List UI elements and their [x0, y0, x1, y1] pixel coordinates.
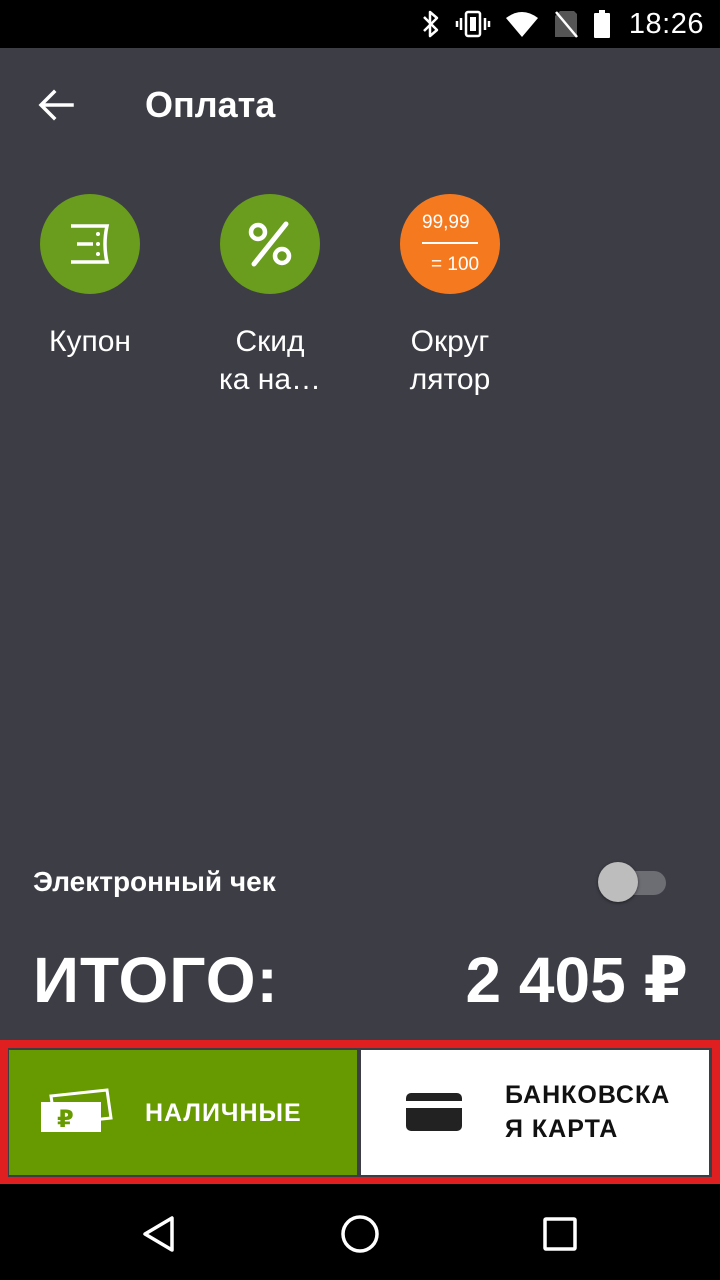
cash-label: НАЛИЧНЫЕ: [145, 1099, 302, 1127]
cash-icon: ₽: [41, 1088, 113, 1133]
rounding-circle: 99,99 = 100: [400, 194, 500, 294]
discount-label: Скид ка на…: [218, 325, 322, 396]
battery-icon: [593, 10, 610, 38]
e-receipt-toggle[interactable]: [598, 862, 668, 902]
rounding-action[interactable]: 99,99 = 100 Округ лятор: [375, 194, 525, 399]
nav-back-button[interactable]: [128, 1202, 192, 1266]
nav-home-button[interactable]: [328, 1202, 392, 1266]
bank-card-icon: [406, 1093, 462, 1131]
e-receipt-label: Электронный чек: [33, 866, 276, 897]
status-time: 18:26: [628, 7, 704, 40]
bank-card-label: БАНКОВСКА Я КАРТА: [505, 1081, 671, 1143]
rounding-label: Округ лятор: [409, 325, 491, 396]
home-circle-icon: [341, 1215, 379, 1253]
cash-button[interactable]: ₽ НАЛИЧНЫЕ: [9, 1050, 357, 1175]
coupon-label: Купон: [49, 325, 131, 358]
e-receipt-row: Электронный чек: [0, 858, 720, 906]
coupon-action[interactable]: Купон: [15, 194, 165, 361]
nav-recents-button[interactable]: [528, 1202, 592, 1266]
total-label: ИТОГО:: [33, 944, 279, 1016]
page-title: Оплата: [145, 84, 276, 125]
rounding-icon-bottom: = 100: [431, 254, 480, 275]
total-row: ИТОГО: 2 405 ₽: [0, 943, 720, 1023]
discount-action[interactable]: Скид ка на…: [195, 194, 345, 399]
recents-square-icon: [543, 1217, 577, 1251]
vibrate-icon: [455, 10, 491, 38]
arrow-left-icon: [38, 89, 74, 121]
coupon-icon: [71, 224, 110, 264]
rounding-icon-line: [422, 242, 478, 244]
payment-screen: Оплата Купон Скид ка на… 99,99 = 100 Окр…: [0, 48, 720, 1184]
back-triangle-icon: [143, 1216, 174, 1252]
status-icons: 18:26: [421, 0, 704, 48]
navigation-bar: [0, 1184, 720, 1280]
bluetooth-icon: [423, 10, 439, 38]
toggle-thumb: [598, 862, 638, 902]
action-row: Купон Скид ка на… 99,99 = 100 Округ лято…: [0, 194, 720, 424]
payment-methods: ₽ НАЛИЧНЫЕ БАНКОВСКА Я КАРТА: [0, 1040, 720, 1185]
svg-text:₽: ₽: [57, 1105, 74, 1133]
bank-card-button[interactable]: БАНКОВСКА Я КАРТА: [361, 1050, 709, 1175]
rounding-icon-top: 99,99: [422, 212, 470, 233]
wifi-icon: [505, 12, 538, 37]
coupon-circle: [40, 194, 140, 294]
toolbar: Оплата: [0, 48, 720, 160]
discount-circle: [220, 194, 320, 294]
total-value: 2 405 ₽: [465, 944, 688, 1016]
status-bar: 18:26: [0, 0, 720, 48]
percent-icon: [248, 221, 292, 267]
back-button[interactable]: [20, 76, 92, 134]
no-sim-icon: [554, 11, 578, 38]
